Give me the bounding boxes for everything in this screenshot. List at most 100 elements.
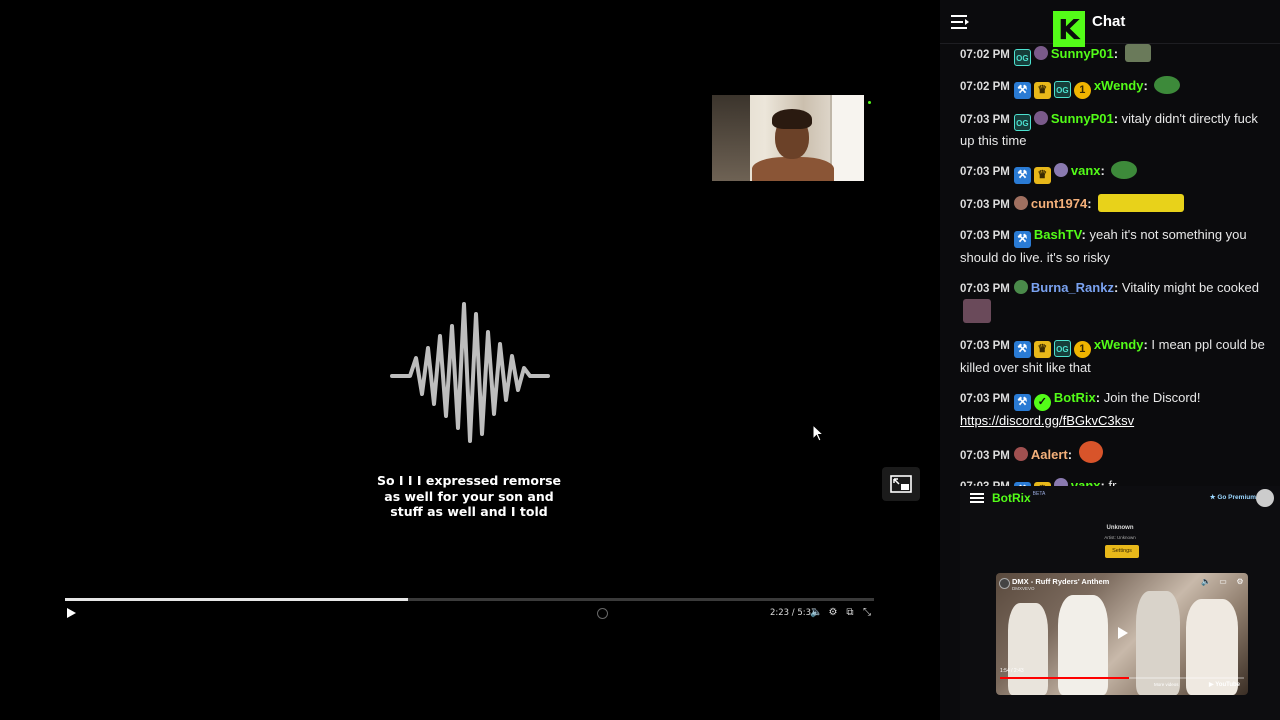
separator: :: [1087, 196, 1096, 211]
youtube-channel-name[interactable]: DMXVEVO: [1012, 586, 1035, 591]
message-timestamp: 07:03 PM: [960, 450, 1010, 462]
message-username[interactable]: Aalert: [1031, 447, 1068, 462]
user-avatar[interactable]: [1033, 111, 1048, 125]
user-avatar[interactable]: [1053, 163, 1068, 177]
user-avatar[interactable]: [1013, 447, 1028, 461]
go-premium-link[interactable]: ★ Go Premium: [1210, 493, 1256, 501]
chat-header: K Chat: [940, 0, 1280, 47]
message-timestamp: 07:03 PM: [960, 199, 1010, 211]
pip-icon: [890, 475, 912, 493]
message-username[interactable]: Burna_Rankz: [1031, 280, 1114, 295]
botrix-widget: BotRix BETA ★ Go Premium Unknown Artist:…: [960, 486, 1280, 720]
settings-gear-icon[interactable]: ⚙: [1235, 577, 1245, 587]
captions-icon[interactable]: ▭: [1218, 577, 1228, 587]
video-player[interactable]: So I I I expressed remorse as well for y…: [0, 0, 940, 720]
message-timestamp: 07:03 PM: [960, 166, 1010, 178]
volume-icon[interactable]: 🔈: [810, 607, 822, 619]
picture-in-picture-button[interactable]: [882, 467, 920, 501]
message-username[interactable]: BashTV: [1034, 227, 1082, 242]
chat-message: 07:03 PM cunt1974:: [960, 194, 1266, 215]
webcam-overlay: [712, 95, 864, 181]
verified-badge-icon: ✓: [1033, 394, 1051, 411]
chat-message: 07:02 PM OG SunnyP01:: [960, 44, 1266, 66]
chat-message: 07:03 PM Burna_Rankz: Vitality might be c…: [960, 278, 1266, 325]
message-username[interactable]: xWendy: [1094, 337, 1144, 352]
chat-message: 07:03 PM ⚒ ♛ vanx:: [960, 161, 1266, 184]
kick-logo: K: [1053, 11, 1085, 47]
message-timestamp: 07:03 PM: [960, 230, 1010, 242]
vip-crown-badge-icon: ♛: [1033, 341, 1051, 358]
now-playing-title: Unknown: [1106, 525, 1134, 531]
now-playing-artist: Artist: Unknown: [1104, 535, 1136, 540]
separator: :: [1067, 447, 1076, 462]
separator: :: [1143, 78, 1152, 93]
user-avatar[interactable]: [1256, 489, 1274, 507]
audio-waveform-icon: [390, 302, 550, 443]
message-timestamp: 07:03 PM: [960, 393, 1010, 405]
og-badge-icon: OG: [1013, 114, 1031, 131]
chat-message: 07:03 PM ⚒ ♛ OG 1 xWendy: I mean ppl could be…: [960, 335, 1266, 378]
moderator-badge-icon: ⚒: [1013, 231, 1031, 248]
separator: :: [1100, 163, 1109, 178]
settings-gear-icon[interactable]: ⚙: [827, 607, 839, 619]
separator: :: [1095, 390, 1104, 405]
vip-crown-badge-icon: ♛: [1033, 82, 1051, 99]
more-videos-button[interactable]: More videos: [1154, 682, 1179, 687]
message-username[interactable]: vanx: [1071, 163, 1101, 178]
chat-message: 07:03 PM ⚒ BashTV: yeah it's not something…: [960, 225, 1266, 268]
video-progress-fill: [65, 598, 409, 601]
separator: :: [1113, 280, 1122, 295]
og-badge-icon: OG: [1053, 340, 1071, 357]
mouse-cursor-icon: [812, 424, 824, 442]
volume-icon[interactable]: 🔈: [1201, 577, 1211, 587]
youtube-progress-bar[interactable]: [1000, 677, 1244, 679]
message-timestamp: 07:02 PM: [960, 81, 1010, 93]
video-caption: So I I I expressed remorse as well for y…: [376, 473, 562, 519]
gg-emote-icon: [1124, 44, 1151, 62]
og-badge-icon: OG: [1053, 81, 1071, 98]
fullscreen-icon[interactable]: ⤡: [861, 607, 873, 619]
youtube-embed-player[interactable]: DMX - Ruff Ryders' Anthem DMXVEVO 🔈 ▭ ⚙ …: [996, 573, 1248, 695]
subscriber-badge-icon: 1: [1073, 341, 1091, 358]
fire-emote-icon: [1078, 441, 1103, 463]
discord-link[interactable]: https://discord.gg/fBGkvC3ksv: [960, 413, 1134, 428]
theater-mode-icon[interactable]: ⧉: [844, 607, 856, 619]
video-progress-bar[interactable]: [65, 598, 874, 601]
message-username[interactable]: SunnyP01: [1051, 46, 1114, 61]
xixi-emote-icon: [1098, 194, 1185, 212]
user-avatar[interactable]: [1013, 196, 1028, 210]
message-text: Vitality might be cooked: [1121, 280, 1259, 295]
message-timestamp: 07:02 PM: [960, 49, 1010, 61]
message-text: Join the Discord!: [1103, 390, 1201, 405]
pepe-emote-icon: [1154, 76, 1181, 94]
user-avatar[interactable]: [1033, 46, 1048, 60]
play-button[interactable]: [64, 606, 78, 620]
settings-button[interactable]: Settings: [1105, 545, 1139, 558]
chat-message: 07:03 PM ⚒ ✓ BotRix: Join the Discord! http…: [960, 388, 1266, 431]
youtube-logo[interactable]: ▶ YouTube: [1209, 681, 1240, 688]
message-timestamp: 07:03 PM: [960, 340, 1010, 352]
youtube-video-title[interactable]: DMX - Ruff Ryders' Anthem: [1012, 577, 1109, 586]
message-username[interactable]: cunt1974: [1031, 196, 1087, 211]
youtube-play-icon[interactable]: [1115, 626, 1129, 640]
user-avatar[interactable]: [1013, 280, 1028, 294]
loading-icon: [597, 608, 608, 619]
collapse-chat-icon[interactable]: [950, 13, 970, 31]
moderator-badge-icon: ⚒: [1013, 167, 1031, 184]
hamburger-menu-icon[interactable]: [970, 492, 984, 504]
chat-message: 07:02 PM ⚒ ♛ OG 1 xWendy:: [960, 76, 1266, 99]
message-username[interactable]: BotRix: [1054, 390, 1096, 405]
message-username[interactable]: SunnyP01: [1051, 111, 1114, 126]
vip-crown-badge-icon: ♛: [1033, 167, 1051, 184]
channel-avatar[interactable]: [999, 578, 1010, 589]
separator: :: [1081, 227, 1090, 242]
chat-message-list: 07:02 PM OG SunnyP01: 07:02 PM ⚒ ♛ OG 1 xWendy:…: [960, 44, 1266, 542]
moderator-badge-icon: ⚒: [1013, 394, 1031, 411]
og-badge-icon: OG: [1013, 49, 1031, 66]
separator: :: [1113, 111, 1122, 126]
message-username[interactable]: xWendy: [1094, 78, 1144, 93]
botrix-brand: BotRix: [992, 491, 1031, 505]
chat-message: 07:03 PM Aalert:: [960, 441, 1266, 466]
subscriber-badge-icon: 1: [1073, 82, 1091, 99]
beta-badge: BETA: [1032, 491, 1046, 497]
